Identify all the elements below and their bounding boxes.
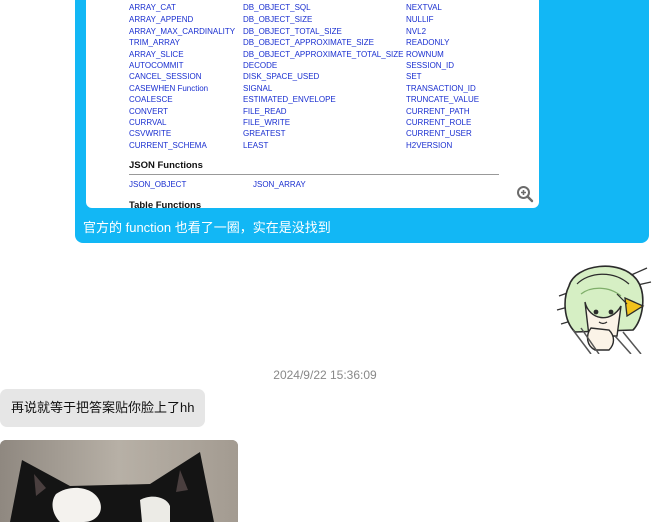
json-functions-heading: JSON Functions <box>129 160 203 171</box>
message-text: 官方的 function 也看了一圈，实在是没找到 <box>83 220 331 235</box>
function-link: ROWNUM <box>406 50 444 59</box>
section-divider <box>129 174 499 175</box>
function-link: SESSION_ID <box>406 61 455 70</box>
anime-sticker[interactable] <box>551 258 656 354</box>
function-link: CURRVAL <box>129 118 167 127</box>
zoom-in-icon[interactable] <box>516 185 534 203</box>
function-link: SET <box>406 72 422 81</box>
function-link: CANCEL_SESSION <box>129 72 202 81</box>
function-link: TRANSACTION_ID <box>406 84 476 93</box>
function-link: JSON_OBJECT <box>129 180 187 189</box>
function-link: NEXTVAL <box>406 3 442 12</box>
function-link: FILE_READ <box>243 107 287 116</box>
function-link: ESTIMATED_ENVELOPE <box>243 95 336 104</box>
function-link: NVL2 <box>406 27 427 36</box>
function-link: H2VERSION <box>406 141 453 150</box>
function-link: JSON_ARRAY <box>253 180 306 189</box>
function-link: CURRENT_SCHEMA <box>129 141 207 150</box>
message-timestamp: 2024/9/22 15:36:09 <box>273 368 377 382</box>
function-link: CURRENT_USER <box>406 129 472 138</box>
outgoing-message-bubble[interactable]: ARRAY_CAT ARRAY_APPEND ARRAY_MAX_CARDINA… <box>75 0 649 243</box>
function-link: ARRAY_SLICE <box>129 50 184 59</box>
function-link: DB_OBJECT_APPROXIMATE_SIZE <box>243 38 374 47</box>
function-link: FILE_WRITE <box>243 118 291 127</box>
function-link: NULLIF <box>406 15 434 24</box>
incoming-message-bubble[interactable]: 再说就等于把答案贴你脸上了hh <box>0 389 206 427</box>
function-link: CSVWRITE <box>129 129 172 138</box>
function-link: DISK_SPACE_USED <box>243 72 320 81</box>
function-link: ARRAY_MAX_CARDINALITY <box>129 27 236 36</box>
function-link: DB_OBJECT_TOTAL_SIZE <box>243 27 342 36</box>
function-link: ARRAY_APPEND <box>129 15 194 24</box>
function-link: DB_OBJECT_SIZE <box>243 15 313 24</box>
function-link: COALESCE <box>129 95 173 104</box>
function-link: LEAST <box>243 141 269 150</box>
function-link: DB_OBJECT_SQL <box>243 3 311 12</box>
function-link: DB_OBJECT_APPROXIMATE_TOTAL_SIZE <box>243 50 404 59</box>
function-link: SIGNAL <box>243 84 273 93</box>
function-link: READONLY <box>406 38 450 47</box>
function-link: AUTOCOMMIT <box>129 61 184 70</box>
function-link: CASEWHEN Function <box>129 84 209 93</box>
function-link: TRIM_ARRAY <box>129 38 180 47</box>
function-list: ARRAY_CAT ARRAY_APPEND ARRAY_MAX_CARDINA… <box>86 0 539 208</box>
cat-image <box>0 440 238 522</box>
function-link: CURRENT_PATH <box>406 107 470 116</box>
table-functions-heading: Table Functions <box>129 200 202 208</box>
function-link: CONVERT <box>129 107 168 116</box>
function-link: GREATEST <box>243 129 286 138</box>
function-link: DECODE <box>243 61 278 70</box>
function-link: TRUNCATE_VALUE <box>406 95 480 104</box>
cat-photo[interactable] <box>0 440 238 522</box>
function-link: CURRENT_ROLE <box>406 118 472 127</box>
documentation-screenshot[interactable]: ARRAY_CAT ARRAY_APPEND ARRAY_MAX_CARDINA… <box>86 0 539 208</box>
function-link: ARRAY_CAT <box>129 3 176 12</box>
